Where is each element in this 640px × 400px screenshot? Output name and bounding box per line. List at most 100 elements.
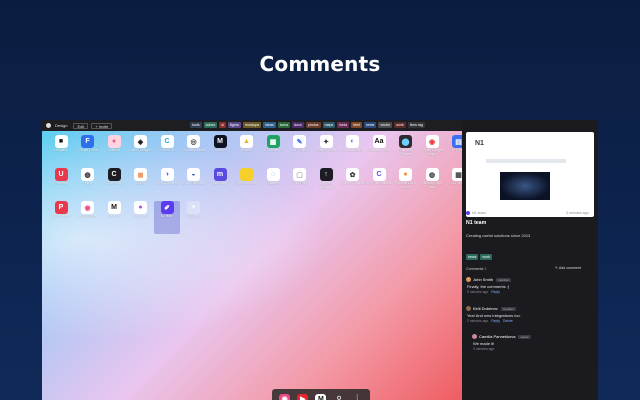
site-label[interactable]: N1.team: [472, 211, 486, 215]
add-comment-label: Add comment: [558, 266, 581, 270]
comment-author: Kirill Dobrinov: [473, 306, 498, 311]
comment-reply-button[interactable]: Reply: [491, 290, 500, 294]
comment-header: Kirill Dobrinov member: [466, 306, 594, 311]
bookmark-label: Notion Designs: [129, 149, 152, 152]
bookmark-item[interactable]: C 200+ Illustrations: [366, 168, 392, 201]
bookmark-label: My Pinterest: [51, 215, 71, 218]
tag-work[interactable]: work: [394, 122, 406, 128]
bookmark-label: Unicorns: [54, 182, 68, 185]
bookmark-item[interactable]: ▲ Airtable: [234, 135, 260, 168]
avatar: [466, 306, 471, 311]
add-comment-button[interactable]: ✎ Add comment: [555, 266, 581, 270]
bookmark-item[interactable]: ◒ Color Designer: [181, 168, 207, 201]
bookmark-item[interactable]: ■ Unsplash: [48, 135, 74, 168]
tag-vector[interactable]: vector: [378, 122, 393, 128]
bookmark-item[interactable]: ⬤ Fluid Map Games: [393, 135, 419, 168]
bookmark-item[interactable]: ✎ UX Doc: [287, 135, 313, 168]
bookmark-item[interactable]: ◆ Notion Designs: [128, 135, 154, 168]
comment-meta: 5 minutes ago Reply: [467, 290, 594, 294]
bookmark-item[interactable]: C Colors UI: [154, 135, 180, 168]
bookmark-item[interactable]: ◍ Landing Page Ideas: [419, 168, 445, 201]
tag-maps[interactable]: maps: [322, 122, 336, 128]
invite-button[interactable]: + Invite: [91, 122, 113, 129]
bookmark-label: Medium: [108, 215, 120, 218]
bookmark-item[interactable]: ◍ Figma: [75, 168, 101, 201]
comment-item: John Smith member Finally, the comments :)…: [466, 277, 594, 294]
bookmark-item[interactable]: ◑ Web Gradients: [154, 168, 180, 201]
my-dribbble-icon: ◉: [81, 201, 94, 214]
bookmark-item[interactable]: ✐ N1 team: [154, 201, 180, 234]
bookmark-item[interactable]: ◉ My Dribbble: [75, 201, 101, 234]
tag-news[interactable]: news: [363, 122, 377, 128]
bookmark-item[interactable]: ◌ Loader: [260, 168, 286, 201]
n1-team-icon: ✐: [160, 201, 174, 214]
bookmark-item[interactable]: ↑ AI Image Upscale: [313, 168, 339, 201]
bookmark-item[interactable]: ✦ Feather Icons: [313, 135, 339, 168]
dribbble-dock-icon[interactable]: ◉: [279, 393, 291, 400]
tag-figma[interactable]: figma: [228, 122, 241, 128]
bookmark-item[interactable]: Aa Contrast Check: [366, 135, 392, 168]
tag-colors[interactable]: colors: [203, 122, 218, 128]
comment-meta: 3 minutes ago: [473, 347, 598, 351]
tag-filter-bar: tools colors ui figma mockups ideas icons docs p…: [190, 122, 425, 128]
scribble-diagram-icon: ✿: [346, 168, 359, 181]
settings-dock-icon[interactable]: ⫶: [352, 394, 363, 400]
tag-fonts[interactable]: fonts: [337, 122, 350, 128]
comment-text: We made it!: [473, 341, 495, 346]
bookmark-label: My Dribbble: [78, 215, 97, 218]
tag-docs[interactable]: docs: [292, 122, 304, 128]
bookmark-item[interactable]: F Google Fonts: [75, 135, 101, 168]
tag-ideas[interactable]: ideas: [263, 122, 276, 128]
bookmark-item[interactable]: U Unicorns: [48, 168, 74, 201]
search-dock-icon[interactable]: ⚲: [334, 394, 345, 400]
comment-reply-button[interactable]: Reply: [491, 319, 500, 323]
shots-icon: ◼: [134, 168, 147, 181]
stylize-google-maps-icon: ◉: [425, 135, 439, 148]
bookmark-item[interactable]: ● Mixpanel: [128, 201, 154, 234]
web-gradients-icon: ◑: [160, 168, 174, 181]
bookmark-label: Web Gradients: [156, 182, 178, 185]
tag-new-tag[interactable]: New tag: [407, 122, 425, 128]
bookmark-item[interactable]: M Medium: [101, 201, 127, 234]
bookmark-item[interactable]: ✿ Scribble Diagram: [340, 168, 366, 201]
bookmark-item[interactable]: + Add new: [181, 201, 207, 234]
role-badge: member: [500, 306, 516, 311]
bookmark-label: Motion: [215, 149, 225, 152]
motion-icon: M: [213, 135, 227, 148]
medium-dock-icon[interactable]: M: [315, 393, 327, 400]
bookmark-item[interactable]: ▢ Color Hunt: [287, 168, 313, 201]
comment-time: 2 minutes ago: [467, 319, 489, 323]
bookmark-item[interactable]: ▦ UI Product Kit: [260, 135, 286, 168]
bookmark-label: Font Generator: [235, 182, 258, 185]
bookmark-item[interactable]: ● Pantone Color Ideas: [393, 168, 419, 201]
ui-product-kit-icon: ▦: [266, 135, 280, 148]
bookmark-item[interactable]: ◐ Mockups Design: [340, 135, 366, 168]
bookmark-item[interactable]: ● Iconfont: [101, 135, 127, 168]
bookmark-item[interactable]: ■ Font Generator: [234, 168, 260, 201]
bookmark-item[interactable]: ◼ Shots: [128, 168, 154, 201]
workspace-title[interactable]: Design: [55, 123, 67, 128]
youtube-dock-icon[interactable]: ▶: [297, 393, 309, 400]
tag-photos[interactable]: photos: [305, 122, 321, 128]
bookmark-label: Airtable: [240, 149, 253, 152]
tag-icons[interactable]: icons: [277, 122, 291, 128]
bookmark-item[interactable]: ◉ Stylize Google Maps: [419, 135, 445, 168]
tag-html[interactable]: html: [351, 122, 362, 128]
contrast-check-icon: Aa: [372, 135, 386, 148]
bookmark-label: Shots: [136, 182, 145, 185]
bookmark-item[interactable]: M Motion: [207, 135, 233, 168]
comment-delete-button[interactable]: Delete: [503, 319, 513, 323]
bookmark-item[interactable]: P My Pinterest: [48, 201, 74, 234]
bookmark-tag-news[interactable]: news: [466, 254, 479, 260]
bookmark-item[interactable]: m Mastodon: [207, 168, 233, 201]
comment-text: Yea! And new integrations too.: [467, 313, 521, 318]
bookmark-item[interactable]: ◎ UI8 Marketplace: [181, 135, 207, 168]
tag-tools[interactable]: tools: [190, 122, 202, 128]
top-toolbar: Design Edit + Invite tools colors ui figma m…: [42, 120, 462, 131]
tag-mockups[interactable]: mockups: [242, 122, 262, 128]
bookmark-item[interactable]: C Color Brick: [101, 168, 127, 201]
edit-button[interactable]: Edit: [73, 122, 89, 129]
comment-time: 3 minutes ago: [473, 347, 495, 351]
bookmark-tag-work[interactable]: work: [480, 254, 492, 260]
tag-ui[interactable]: ui: [219, 122, 226, 128]
